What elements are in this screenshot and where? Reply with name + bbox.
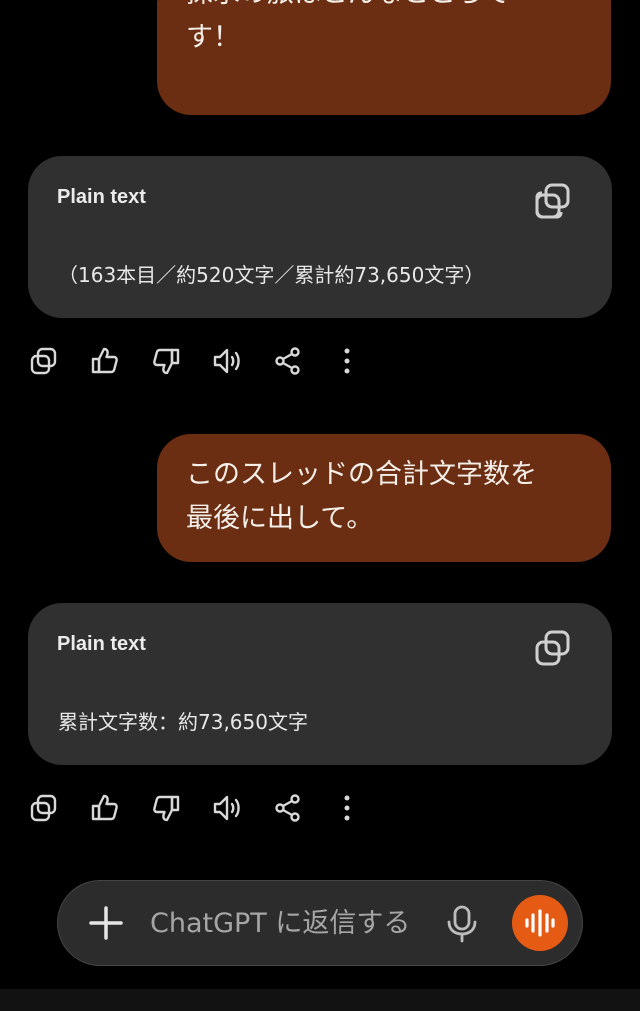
code-block: Plain text 累計文字数：約73,650文字 — [28, 603, 612, 765]
thumbs-down-icon[interactable] — [150, 341, 182, 381]
code-block: Plain text （163本目／約520文字／累計約73,650文字） — [28, 156, 612, 318]
voice-waveform-icon — [525, 909, 555, 937]
message-line: 最後に出して。 — [186, 503, 374, 534]
message-line: このスレッドの合計文字数を — [186, 459, 537, 490]
message-line: す！ — [186, 22, 240, 53]
plus-icon[interactable] — [86, 903, 126, 943]
message-line: 探求の旅はこんなところで — [186, 0, 585, 16]
code-language-label: Plain text — [57, 633, 146, 655]
copy-icon[interactable] — [534, 629, 572, 667]
code-content: 累計文字数：約73,650文字 — [58, 710, 308, 734]
voice-mode-button[interactable] — [512, 895, 568, 951]
read-aloud-icon[interactable] — [211, 788, 243, 828]
thumbs-up-icon[interactable] — [89, 788, 121, 828]
more-icon[interactable] — [331, 788, 363, 828]
user-message-bubble: このスレッドの合計文字数を 最後に出して。 — [157, 434, 611, 562]
copy-icon[interactable] — [28, 341, 60, 381]
copy-icon[interactable] — [28, 788, 60, 828]
thumbs-up-icon[interactable] — [89, 341, 121, 381]
read-aloud-icon[interactable] — [211, 341, 243, 381]
code-content: （163本目／約520文字／累計約73,650文字） — [58, 263, 485, 287]
user-message-bubble: 探求の旅はこんなところで す！ — [157, 0, 611, 115]
share-icon[interactable] — [272, 788, 304, 828]
share-icon[interactable] — [272, 341, 304, 381]
code-language-label: Plain text — [57, 186, 146, 208]
copy-icon[interactable] — [534, 182, 572, 220]
more-icon[interactable] — [331, 341, 363, 381]
reply-input[interactable] — [150, 901, 416, 945]
microphone-icon[interactable] — [444, 905, 480, 943]
message-composer — [57, 880, 583, 966]
thumbs-down-icon[interactable] — [150, 788, 182, 828]
system-navigation-bar — [0, 989, 640, 1011]
